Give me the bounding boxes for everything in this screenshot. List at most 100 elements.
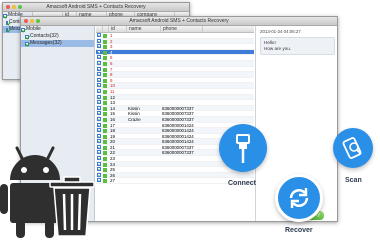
row-phone — [161, 33, 203, 38]
row-checkbox[interactable] — [96, 94, 103, 100]
row-phone — [161, 167, 203, 172]
row-phone — [161, 83, 203, 88]
row-id: 23 — [110, 156, 115, 161]
row-phone — [161, 95, 203, 100]
back-window-titlebar: Amacsoft Android SMS + Contacts Recovery — [3, 3, 189, 12]
scan-button[interactable] — [333, 128, 373, 168]
row-phone — [161, 55, 203, 60]
message-line-2: How are you. — [264, 46, 292, 51]
tree-node-mobile[interactable]: Mobile — [21, 26, 94, 33]
row-name — [127, 162, 161, 167]
row-checkbox[interactable] — [96, 122, 103, 128]
sms-icon — [103, 95, 107, 100]
scan-label: Scan — [345, 177, 362, 184]
row-id: 9 — [110, 77, 113, 83]
row-id: 3 — [110, 44, 113, 49]
sms-icon — [103, 145, 107, 150]
row-phone: 8360000007337 — [162, 116, 194, 122]
refresh-icon — [289, 188, 309, 208]
row-name — [127, 33, 161, 38]
row-name: Kissin — [128, 105, 140, 111]
row-id: 4 — [110, 49, 113, 55]
row-id: 8 — [110, 72, 113, 77]
row-checkbox[interactable] — [96, 72, 103, 77]
row-phone — [161, 89, 203, 94]
row-phone: 8360000001424 — [162, 122, 194, 128]
row-phone — [161, 44, 203, 49]
row-checkbox[interactable] — [96, 38, 103, 44]
row-id: 6 — [110, 60, 113, 66]
sms-icon — [103, 73, 107, 78]
window-controls[interactable] — [24, 19, 40, 23]
sms-icon — [103, 179, 107, 184]
row-id: 18 — [110, 128, 115, 133]
row-phone — [161, 72, 203, 77]
row-checkbox[interactable] — [96, 100, 103, 105]
sms-icon — [103, 67, 107, 72]
row-name — [127, 145, 161, 150]
row-name — [127, 83, 161, 88]
row-name — [127, 95, 161, 100]
row-checkbox[interactable] — [96, 55, 103, 60]
row-id: 10 — [110, 83, 115, 88]
row-checkbox[interactable] — [96, 44, 103, 49]
row-id: 11 — [110, 88, 115, 94]
row-phone: 8360000007337 — [162, 111, 194, 116]
row-name — [127, 61, 161, 66]
tree-node-contacts[interactable]: Contacts(32) — [21, 33, 94, 40]
phone-scan-icon — [342, 137, 362, 159]
row-id: 13 — [110, 100, 115, 105]
row-id: 26 — [110, 172, 115, 178]
sms-icon — [103, 134, 107, 139]
row-name — [127, 72, 161, 77]
row-name — [127, 39, 161, 44]
sms-icon — [103, 89, 107, 94]
tree-node-messages[interactable]: Messages(32) — [21, 40, 94, 47]
row-name — [127, 134, 161, 139]
recover-label: Recover — [285, 227, 313, 234]
row-checkbox[interactable] — [96, 60, 103, 66]
row-checkbox[interactable] — [96, 66, 103, 72]
row-phone: 8360000007337 — [162, 105, 194, 111]
row-id: 16 — [110, 116, 115, 122]
row-id: 12 — [110, 94, 115, 100]
message-list-header: id name phone — [96, 26, 254, 33]
row-checkbox[interactable] — [96, 105, 103, 111]
row-phone — [161, 100, 203, 105]
row-checkbox[interactable] — [96, 77, 103, 83]
connect-label: Connect — [228, 180, 256, 187]
row-checkbox[interactable] — [96, 116, 103, 122]
row-id: 22 — [110, 150, 115, 156]
row-name — [127, 123, 161, 128]
row-checkbox[interactable] — [96, 33, 103, 38]
row-checkbox[interactable] — [96, 49, 103, 55]
row-id: 2 — [110, 38, 113, 44]
row-id: 5 — [110, 55, 113, 60]
connect-button[interactable] — [219, 124, 267, 172]
message-bubble: Hello! How are you. — [260, 37, 335, 55]
sms-icon — [103, 162, 107, 167]
row-phone: 8360000001424 — [162, 139, 194, 144]
recover-circle-button[interactable] — [275, 174, 323, 222]
row-name — [127, 150, 161, 155]
row-phone — [161, 156, 203, 161]
sms-icon — [103, 34, 107, 38]
row-checkbox[interactable] — [96, 88, 103, 94]
row-name — [127, 67, 161, 72]
row-id: 27 — [110, 178, 115, 184]
sms-icon — [103, 45, 107, 50]
row-checkbox[interactable] — [96, 111, 103, 116]
row-name — [127, 139, 161, 144]
row-id: 19 — [110, 133, 115, 139]
sms-icon — [103, 129, 107, 134]
row-name — [127, 100, 161, 105]
row-name — [127, 55, 161, 60]
window-controls[interactable] — [6, 5, 22, 9]
row-checkbox[interactable] — [96, 83, 103, 88]
sms-icon — [103, 157, 107, 162]
front-window-title: Amacsoft Android SMS + Contacts Recovery — [129, 18, 229, 24]
row-name — [127, 156, 161, 161]
row-name — [127, 178, 161, 183]
row-name — [127, 78, 161, 83]
row-id: 21 — [110, 144, 115, 150]
